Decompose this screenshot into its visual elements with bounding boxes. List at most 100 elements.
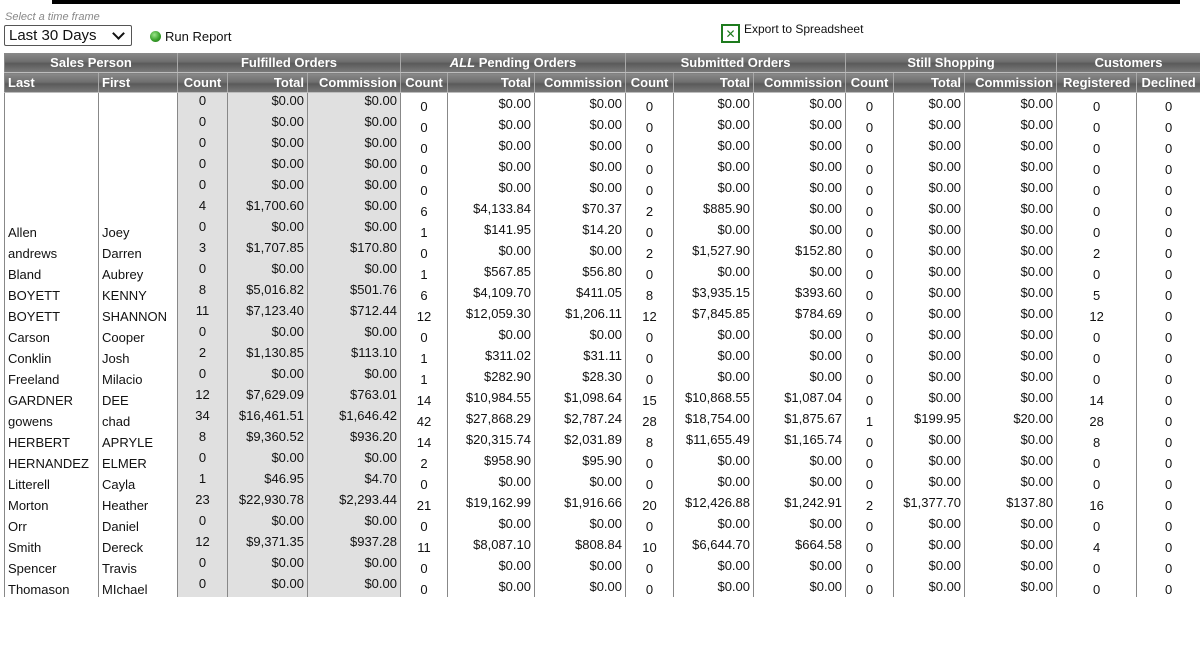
- table-cell: $501.76: [307, 282, 401, 303]
- export-label: Export to Spreadsheet: [744, 22, 864, 36]
- export-spreadsheet-button[interactable]: ✕ Export to Spreadsheet: [721, 22, 863, 43]
- table-cell: $0.00: [307, 261, 401, 282]
- table-cell: $0.00: [893, 429, 966, 450]
- table-cell: $784.69: [753, 303, 847, 324]
- table-cell: 1: [400, 219, 448, 240]
- column-header[interactable]: Total: [893, 72, 966, 93]
- timeframe-label: Select a time frame: [5, 11, 100, 23]
- table-cell: [4, 177, 99, 198]
- table-cell: [98, 177, 178, 198]
- table-row: Conklin Josh 2 $1,130.85 $113.10 1 $311.02 $31.…: [4, 345, 1200, 366]
- table-cell: $0.00: [447, 135, 535, 156]
- table-cell: $1,646.42: [307, 408, 401, 429]
- table-cell: 0: [845, 471, 895, 492]
- column-header[interactable]: Total: [227, 72, 308, 93]
- table-cell: HERBERT: [4, 429, 99, 450]
- table-cell: $0.00: [753, 114, 847, 135]
- column-header[interactable]: Commission: [307, 72, 401, 93]
- table-cell: 0: [400, 92, 448, 114]
- group-header: Fulfilled Orders: [177, 53, 401, 73]
- table-row: Litterell Cayla 1 $46.95 $4.70 0 $0.00 $0.00 0 $0…: [4, 471, 1200, 492]
- table-cell: 0: [625, 555, 675, 576]
- column-header[interactable]: Declined: [1136, 72, 1200, 93]
- table-cell: 0: [845, 261, 895, 282]
- column-header[interactable]: Registered: [1056, 72, 1138, 93]
- table-cell: 0: [400, 513, 448, 534]
- table-cell: $4.70: [307, 471, 401, 492]
- table-cell: 1: [400, 345, 448, 366]
- column-header[interactable]: First: [98, 72, 178, 93]
- table-cell: $0.00: [964, 534, 1058, 555]
- table-cell: $113.10: [307, 345, 401, 366]
- column-header[interactable]: Commission: [753, 72, 847, 93]
- table-cell: $0.00: [447, 555, 535, 576]
- table-cell: 0: [400, 576, 448, 597]
- table-cell: 0: [1136, 177, 1200, 198]
- table-cell: $199.95: [893, 408, 966, 429]
- table-cell: [4, 156, 99, 177]
- table-cell: $0.00: [227, 324, 308, 345]
- table-cell: 0: [1136, 156, 1200, 177]
- table-cell: 0: [845, 513, 895, 534]
- table-cell: 0: [1136, 366, 1200, 387]
- table-cell: 28: [1056, 408, 1138, 429]
- table-cell: 0: [400, 177, 448, 198]
- table-cell: 10: [625, 534, 675, 555]
- column-header[interactable]: Count: [845, 72, 895, 93]
- table-cell: 14: [400, 387, 448, 408]
- run-report-button[interactable]: Run Report: [150, 29, 231, 44]
- table-row: gowens chad 34 $16,461.51 $1,646.42 42 $27,868…: [4, 408, 1200, 429]
- timeframe-select[interactable]: Last 30 Days: [4, 25, 132, 46]
- column-header[interactable]: Commission: [534, 72, 627, 93]
- table-cell: Thomason: [4, 576, 99, 597]
- table-cell: ELMER: [98, 450, 178, 471]
- table-cell: 1: [177, 471, 228, 492]
- column-header[interactable]: Total: [447, 72, 535, 93]
- column-header[interactable]: Commission: [964, 72, 1058, 93]
- table-cell: $0.00: [964, 261, 1058, 282]
- table-cell: 4: [177, 198, 228, 219]
- column-header[interactable]: Count: [400, 72, 448, 93]
- table-cell: 0: [625, 219, 675, 240]
- table-cell: $1,206.11: [534, 303, 627, 324]
- column-header[interactable]: Count: [625, 72, 675, 93]
- table-cell: $0.00: [307, 324, 401, 345]
- table-cell: 0: [1056, 261, 1138, 282]
- table-cell: 16: [1056, 492, 1138, 513]
- column-header[interactable]: Count: [177, 72, 228, 93]
- table-cell: $1,916.66: [534, 492, 627, 513]
- table-cell: $11,655.49: [673, 429, 755, 450]
- table-cell: Josh: [98, 345, 178, 366]
- table-row: HERNANDEZ ELMER 0 $0.00 $0.00 2 $958.90 $95.90 0…: [4, 450, 1200, 471]
- group-header: ALL Pending Orders: [400, 53, 627, 73]
- table-cell: $0.00: [673, 177, 755, 198]
- table-cell: 0: [1136, 408, 1200, 429]
- table-cell: $0.00: [227, 366, 308, 387]
- table-cell: $3,935.15: [673, 282, 755, 303]
- table-cell: $0.00: [673, 366, 755, 387]
- group-header: Customers: [1056, 53, 1200, 73]
- table-cell: $0.00: [964, 240, 1058, 261]
- table-cell: $0.00: [753, 513, 847, 534]
- table-cell: 14: [400, 429, 448, 450]
- table-cell: 8: [1056, 429, 1138, 450]
- table-cell: $0.00: [673, 555, 755, 576]
- table-cell: 0: [177, 156, 228, 177]
- timeframe-value: Last 30 Days: [9, 27, 97, 44]
- table-cell: $0.00: [673, 345, 755, 366]
- table-cell: $0.00: [227, 135, 308, 156]
- table-cell: 42: [400, 408, 448, 429]
- table-cell: $0.00: [447, 114, 535, 135]
- table-cell: 20: [625, 492, 675, 513]
- column-header[interactable]: Total: [673, 72, 755, 93]
- column-header[interactable]: Last: [4, 72, 99, 93]
- table-row: Morton Heather 23 $22,930.78 $2,293.44 21 $19,…: [4, 492, 1200, 513]
- table-cell: $0.00: [893, 198, 966, 219]
- table-cell: $4,133.84: [447, 198, 535, 219]
- table-cell: 0: [845, 345, 895, 366]
- table-cell: $0.00: [964, 156, 1058, 177]
- table-cell: $0.00: [753, 92, 847, 114]
- table-cell: $2,293.44: [307, 492, 401, 513]
- table-cell: $0.00: [227, 555, 308, 576]
- table-cell: 0: [177, 114, 228, 135]
